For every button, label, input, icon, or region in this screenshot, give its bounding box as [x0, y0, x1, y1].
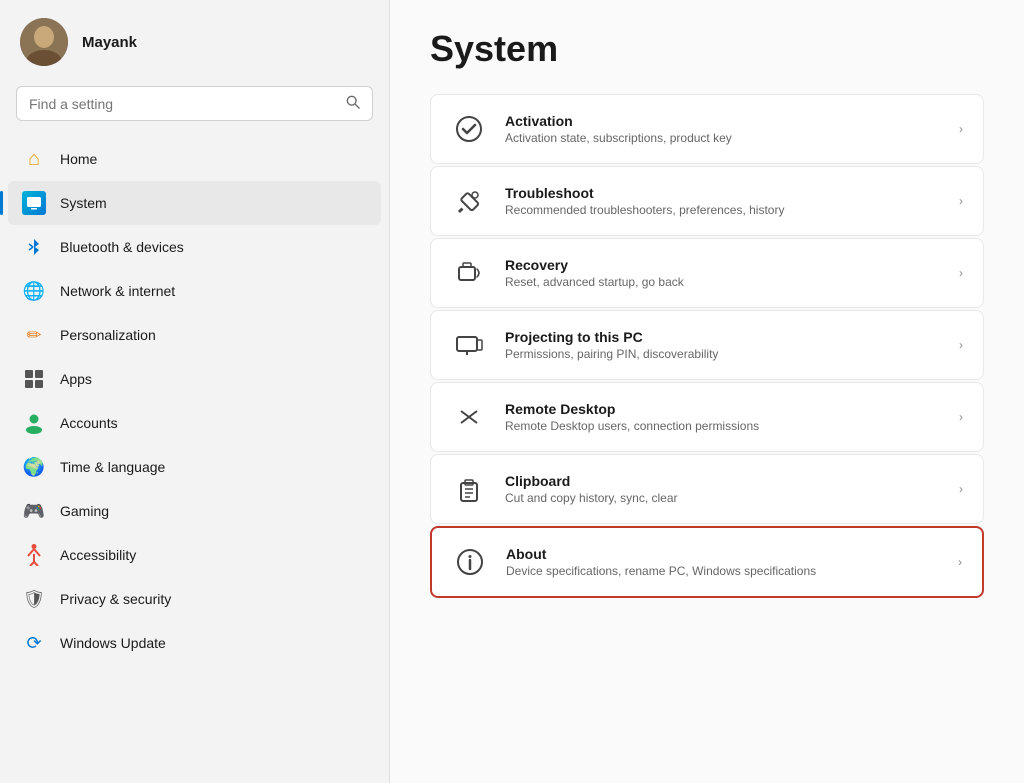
- settings-item-projecting[interactable]: Projecting to this PC Permissions, pairi…: [430, 310, 984, 380]
- settings-item-desc-clipboard: Cut and copy history, sync, clear: [505, 491, 678, 505]
- apps-icon: [22, 367, 46, 391]
- main-content: System Activation Activation state, subs…: [390, 0, 1024, 783]
- settings-item-clipboard[interactable]: Clipboard Cut and copy history, sync, cl…: [430, 454, 984, 524]
- accounts-icon: [22, 411, 46, 435]
- settings-item-about[interactable]: About Device specifications, rename PC, …: [430, 526, 984, 598]
- settings-list: Activation Activation state, subscriptio…: [430, 94, 984, 598]
- gaming-icon: 🎮: [22, 499, 46, 523]
- troubleshoot-icon: [451, 183, 487, 219]
- sidebar-label-time: Time & language: [60, 459, 165, 475]
- settings-item-title-troubleshoot: Troubleshoot: [505, 185, 784, 201]
- settings-item-desc-about: Device specifications, rename PC, Window…: [506, 564, 816, 578]
- nav-list: ⌂ Home System Bluetooth & devices 🌐 Netw…: [0, 137, 389, 665]
- settings-item-title-activation: Activation: [505, 113, 732, 129]
- chevron-icon-recovery: ›: [959, 266, 963, 280]
- sidebar-label-winupdate: Windows Update: [60, 635, 166, 651]
- search-box[interactable]: [16, 86, 373, 121]
- home-icon: ⌂: [22, 147, 46, 171]
- sidebar-label-accessibility: Accessibility: [60, 547, 136, 563]
- username-label: Mayank: [82, 34, 137, 51]
- settings-item-desc-remote-desktop: Remote Desktop users, connection permiss…: [505, 419, 759, 433]
- bluetooth-icon: [22, 235, 46, 259]
- settings-item-title-remote-desktop: Remote Desktop: [505, 401, 759, 417]
- projecting-icon: [451, 327, 487, 363]
- settings-item-troubleshoot[interactable]: Troubleshoot Recommended troubleshooters…: [430, 166, 984, 236]
- search-input[interactable]: [29, 96, 338, 112]
- settings-item-activation[interactable]: Activation Activation state, subscriptio…: [430, 94, 984, 164]
- sidebar-label-home: Home: [60, 151, 97, 167]
- sidebar-item-time[interactable]: 🌍 Time & language: [8, 445, 381, 489]
- page-title: System: [430, 28, 984, 70]
- avatar: [20, 18, 68, 66]
- settings-item-text-recovery: Recovery Reset, advanced startup, go bac…: [505, 257, 684, 289]
- sidebar-label-privacy: Privacy & security: [60, 591, 171, 607]
- settings-item-title-clipboard: Clipboard: [505, 473, 678, 489]
- winupdate-icon: ⟳: [22, 631, 46, 655]
- settings-item-title-projecting: Projecting to this PC: [505, 329, 718, 345]
- settings-item-text-activation: Activation Activation state, subscriptio…: [505, 113, 732, 145]
- sidebar-item-privacy[interactable]: 🛡 Privacy & security: [8, 577, 381, 621]
- chevron-icon-activation: ›: [959, 122, 963, 136]
- settings-item-desc-recovery: Reset, advanced startup, go back: [505, 275, 684, 289]
- sidebar-label-gaming: Gaming: [60, 503, 109, 519]
- settings-item-desc-activation: Activation state, subscriptions, product…: [505, 131, 732, 145]
- sidebar-label-apps: Apps: [60, 371, 92, 387]
- sidebar: Mayank ⌂ Home System: [0, 0, 390, 783]
- privacy-icon: 🛡: [22, 587, 46, 611]
- network-icon: 🌐: [22, 279, 46, 303]
- chevron-icon-clipboard: ›: [959, 482, 963, 496]
- chevron-icon-about: ›: [958, 555, 962, 569]
- settings-item-desc-projecting: Permissions, pairing PIN, discoverabilit…: [505, 347, 718, 361]
- settings-item-desc-troubleshoot: Recommended troubleshooters, preferences…: [505, 203, 784, 217]
- sidebar-item-personalization[interactable]: ✏ Personalization: [8, 313, 381, 357]
- about-icon: [452, 544, 488, 580]
- remote-desktop-icon: [451, 399, 487, 435]
- sidebar-item-network[interactable]: 🌐 Network & internet: [8, 269, 381, 313]
- settings-item-text-remote-desktop: Remote Desktop Remote Desktop users, con…: [505, 401, 759, 433]
- sidebar-item-bluetooth[interactable]: Bluetooth & devices: [8, 225, 381, 269]
- system-icon: [22, 191, 46, 215]
- search-icon: [346, 95, 360, 112]
- settings-item-recovery[interactable]: Recovery Reset, advanced startup, go bac…: [430, 238, 984, 308]
- sidebar-item-gaming[interactable]: 🎮 Gaming: [8, 489, 381, 533]
- sidebar-label-bluetooth: Bluetooth & devices: [60, 239, 184, 255]
- sidebar-label-system: System: [60, 195, 107, 211]
- settings-item-text-about: About Device specifications, rename PC, …: [506, 546, 816, 578]
- sidebar-label-personalization: Personalization: [60, 327, 156, 343]
- sidebar-label-accounts: Accounts: [60, 415, 118, 431]
- time-icon: 🌍: [22, 455, 46, 479]
- personalization-icon: ✏: [22, 323, 46, 347]
- activation-icon: [451, 111, 487, 147]
- settings-item-title-about: About: [506, 546, 816, 562]
- sidebar-item-system[interactable]: System: [8, 181, 381, 225]
- chevron-icon-remote-desktop: ›: [959, 410, 963, 424]
- settings-item-text-projecting: Projecting to this PC Permissions, pairi…: [505, 329, 718, 361]
- sidebar-item-winupdate[interactable]: ⟳ Windows Update: [8, 621, 381, 665]
- sidebar-item-apps[interactable]: Apps: [8, 357, 381, 401]
- accessibility-icon: [22, 543, 46, 567]
- settings-item-remote-desktop[interactable]: Remote Desktop Remote Desktop users, con…: [430, 382, 984, 452]
- sidebar-profile: Mayank: [0, 0, 389, 80]
- sidebar-label-network: Network & internet: [60, 283, 175, 299]
- chevron-icon-projecting: ›: [959, 338, 963, 352]
- sidebar-item-accounts[interactable]: Accounts: [8, 401, 381, 445]
- settings-item-text-troubleshoot: Troubleshoot Recommended troubleshooters…: [505, 185, 784, 217]
- settings-item-title-recovery: Recovery: [505, 257, 684, 273]
- sidebar-item-accessibility[interactable]: Accessibility: [8, 533, 381, 577]
- clipboard-icon: [451, 471, 487, 507]
- chevron-icon-troubleshoot: ›: [959, 194, 963, 208]
- settings-item-text-clipboard: Clipboard Cut and copy history, sync, cl…: [505, 473, 678, 505]
- sidebar-item-home[interactable]: ⌂ Home: [8, 137, 381, 181]
- recovery-icon: [451, 255, 487, 291]
